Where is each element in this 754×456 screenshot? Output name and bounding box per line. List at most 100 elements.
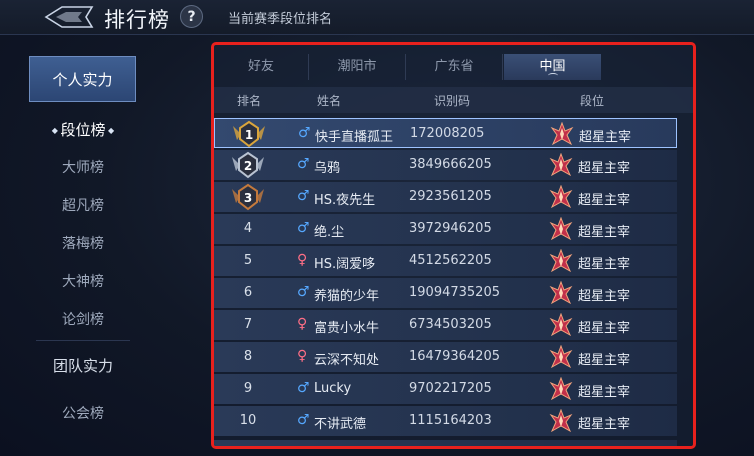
table-row[interactable]: 7 ♀ 富贵小水牛 6734503205 超星主宰 [214, 310, 677, 340]
sidebar-item-luomei-rank[interactable]: 落梅榜 [30, 233, 136, 253]
player-name: 养猫的少年 [314, 289, 380, 304]
table-row[interactable]: 4 ♂ 绝.尘 3972946205 超星主宰 [214, 214, 677, 244]
player-tier: 超星主宰 [578, 257, 631, 272]
player-id: 6734503205 [409, 317, 492, 332]
female-icon: ♀ [297, 316, 308, 332]
tab-country[interactable]: 中国 [504, 54, 601, 80]
sidebar-item-sword-rank[interactable]: 论剑榜 [30, 309, 136, 329]
rank-number: 4 [243, 221, 253, 236]
top-bar: 排行榜 ? 当前赛季段位排名 [0, 0, 754, 35]
help-icon[interactable]: ? [180, 5, 203, 28]
rank-medal-icon: 3 [232, 183, 264, 211]
sidebar-item-god-rank[interactable]: 大神榜 [30, 271, 136, 291]
player-tier: 超星主宰 [578, 193, 631, 208]
tier-emblem-icon [549, 217, 573, 241]
column-rank: 排名 [237, 94, 262, 108]
player-tier: 超星主宰 [578, 225, 631, 240]
sidebar: 个人实力 段位榜 大师榜 超凡榜 落梅榜 大神榜 论剑榜 团队实力 公会榜 [0, 34, 160, 456]
rank-number: 9 [243, 381, 253, 396]
player-tier: 超星主宰 [578, 385, 631, 400]
player-name: 绝.尘 [314, 225, 345, 240]
player-name: Lucky [314, 381, 352, 396]
tab-city[interactable]: 潮阳市 [309, 54, 406, 80]
tier-emblem-icon [549, 153, 573, 177]
male-icon: ♂ [297, 284, 310, 300]
player-id: 4512562205 [409, 253, 492, 268]
player-name: 富贵小水牛 [314, 321, 380, 336]
male-icon: ♂ [297, 188, 310, 204]
player-tier: 超星主宰 [578, 289, 631, 304]
sidebar-item-tier-rank[interactable]: 段位榜 [30, 119, 136, 140]
back-arrow-icon[interactable] [42, 4, 96, 30]
table-row[interactable]: 1 ♂ 快手直播孤王 172008205 超星主宰 [214, 118, 677, 148]
sidebar-item-master-rank[interactable]: 大师榜 [30, 157, 136, 177]
player-id: 19094735205 [409, 285, 500, 300]
sidebar-category-personal[interactable]: 个人实力 [29, 56, 136, 102]
table-row[interactable]: 8 ♀ 云深不知处 16479364205 超星主宰 [214, 342, 677, 372]
sidebar-item-guild-rank[interactable]: 公会榜 [30, 403, 136, 423]
player-id: 3972946205 [409, 221, 492, 236]
player-id: 2923561205 [409, 189, 492, 204]
player-name: HS.阔爱哆 [314, 257, 376, 272]
tab-friends[interactable]: 好友 [214, 54, 309, 80]
table-row[interactable]: 6 ♂ 养猫的少年 19094735205 超星主宰 [214, 278, 677, 308]
table-row[interactable]: 10 ♂ 不讲武德 1115164203 超星主宰 [214, 406, 677, 436]
region-tabs: 好友 潮阳市 广东省 中国 [214, 54, 693, 80]
tier-emblem-icon [549, 409, 573, 433]
tier-emblem-icon [549, 345, 573, 369]
tier-emblem-icon [549, 377, 573, 401]
male-icon: ♂ [297, 380, 310, 396]
sidebar-divider [36, 340, 130, 341]
male-icon: ♂ [297, 220, 310, 236]
player-tier: 超星主宰 [578, 353, 631, 368]
player-name: HS.夜先生 [314, 193, 376, 208]
page-title: 排行榜 [104, 8, 170, 32]
male-icon: ♂ [297, 156, 310, 172]
table-row-partial [214, 440, 677, 446]
rank-number: 8 [243, 349, 253, 364]
player-id: 3849666205 [409, 157, 492, 172]
player-id: 16479364205 [409, 349, 500, 364]
player-tier: 超星主宰 [579, 130, 632, 145]
player-name: 云深不知处 [314, 353, 380, 368]
player-name: 乌鸦 [314, 161, 341, 176]
table-row[interactable]: 3 ♂ HS.夜先生 2923561205 超星主宰 [214, 182, 677, 212]
tier-emblem-icon [549, 185, 573, 209]
ranking-panel: 好友 潮阳市 广东省 中国 排名 姓名 识别码 段位 1 ♂ 快手直播孤王 17200… [211, 42, 696, 449]
table-row[interactable]: 2 ♂ 乌鸦 3849666205 超星主宰 [214, 150, 677, 180]
tier-emblem-icon [550, 122, 574, 146]
rank-number: 10 [239, 413, 257, 428]
male-icon: ♂ [298, 125, 311, 141]
rank-medal-number: 3 [244, 191, 252, 205]
player-tier: 超星主宰 [578, 417, 631, 432]
player-tier: 超星主宰 [578, 161, 631, 176]
column-tier: 段位 [580, 94, 605, 108]
sidebar-category-team[interactable]: 团队实力 [30, 355, 136, 376]
rank-number: 7 [243, 317, 253, 332]
player-id: 1115164203 [409, 413, 492, 428]
tier-emblem-icon [549, 281, 573, 305]
player-id: 172008205 [410, 126, 485, 141]
page-subtitle: 当前赛季段位排名 [228, 12, 333, 27]
female-icon: ♀ [297, 348, 308, 364]
table-row[interactable]: 9 ♂ Lucky 9702217205 超星主宰 [214, 374, 677, 404]
tab-province[interactable]: 广东省 [406, 54, 503, 80]
player-tier: 超星主宰 [578, 321, 631, 336]
rank-medal-number: 1 [245, 128, 253, 142]
female-icon: ♀ [297, 252, 308, 268]
tier-emblem-icon [549, 249, 573, 273]
male-icon: ♂ [297, 412, 310, 428]
player-name: 不讲武德 [314, 417, 367, 432]
column-name: 姓名 [317, 94, 342, 108]
player-id: 9702217205 [409, 381, 492, 396]
column-id: 识别码 [434, 94, 471, 108]
tier-emblem-icon [549, 313, 573, 337]
sidebar-item-extraordinary-rank[interactable]: 超凡榜 [30, 195, 136, 215]
rank-number: 5 [243, 253, 253, 268]
table-row[interactable]: 5 ♀ HS.阔爱哆 4512562205 超星主宰 [214, 246, 677, 276]
rank-medal-icon: 1 [233, 120, 265, 148]
rank-number: 6 [243, 285, 253, 300]
rank-medal-icon: 2 [232, 151, 264, 179]
rank-medal-number: 2 [244, 159, 252, 173]
column-header: 排名 姓名 识别码 段位 [214, 87, 693, 113]
